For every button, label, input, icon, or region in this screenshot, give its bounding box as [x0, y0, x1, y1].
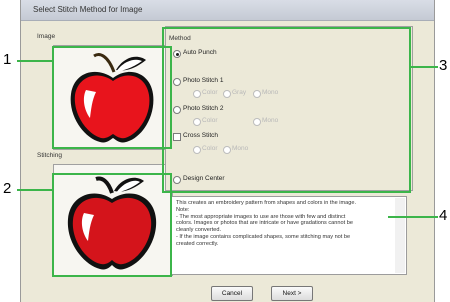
- next-button[interactable]: Next >: [271, 286, 313, 301]
- image-highlight: [52, 46, 172, 149]
- description-box: This creates an embroidery pattern from …: [171, 196, 407, 275]
- dialog-title: Select Stitch Method for Image: [33, 5, 143, 14]
- callout-1: 1: [3, 51, 12, 68]
- description-line: - The most appropriate images to use are…: [176, 213, 346, 220]
- cancel-button[interactable]: Cancel: [211, 286, 253, 301]
- description-line: created correctly.: [176, 240, 219, 247]
- dialog-titlebar: Select Stitch Method for Image: [21, 0, 434, 21]
- description-line: Note:: [176, 206, 190, 213]
- description-scrollbar[interactable]: [395, 198, 405, 273]
- stitching-highlight: [52, 173, 172, 277]
- callout-3: 3: [439, 57, 448, 74]
- method-highlight: [162, 27, 411, 193]
- callout-2: 2: [3, 180, 12, 197]
- callout-4: 4: [439, 207, 448, 224]
- description-line: - If the image contains complicated shap…: [176, 233, 351, 240]
- callout-4-line: [388, 216, 438, 218]
- description-line: colors. Images or photos that are intric…: [176, 220, 353, 227]
- callout-3-line: [409, 66, 438, 68]
- stitching-label: Stitching: [37, 152, 62, 159]
- image-label: Image: [37, 33, 56, 40]
- description-line: This creates an embroidery pattern from …: [176, 200, 357, 206]
- callout-1-line: [17, 60, 54, 62]
- callout-2-line: [17, 189, 54, 191]
- description-line: cleanly converted.: [176, 227, 222, 234]
